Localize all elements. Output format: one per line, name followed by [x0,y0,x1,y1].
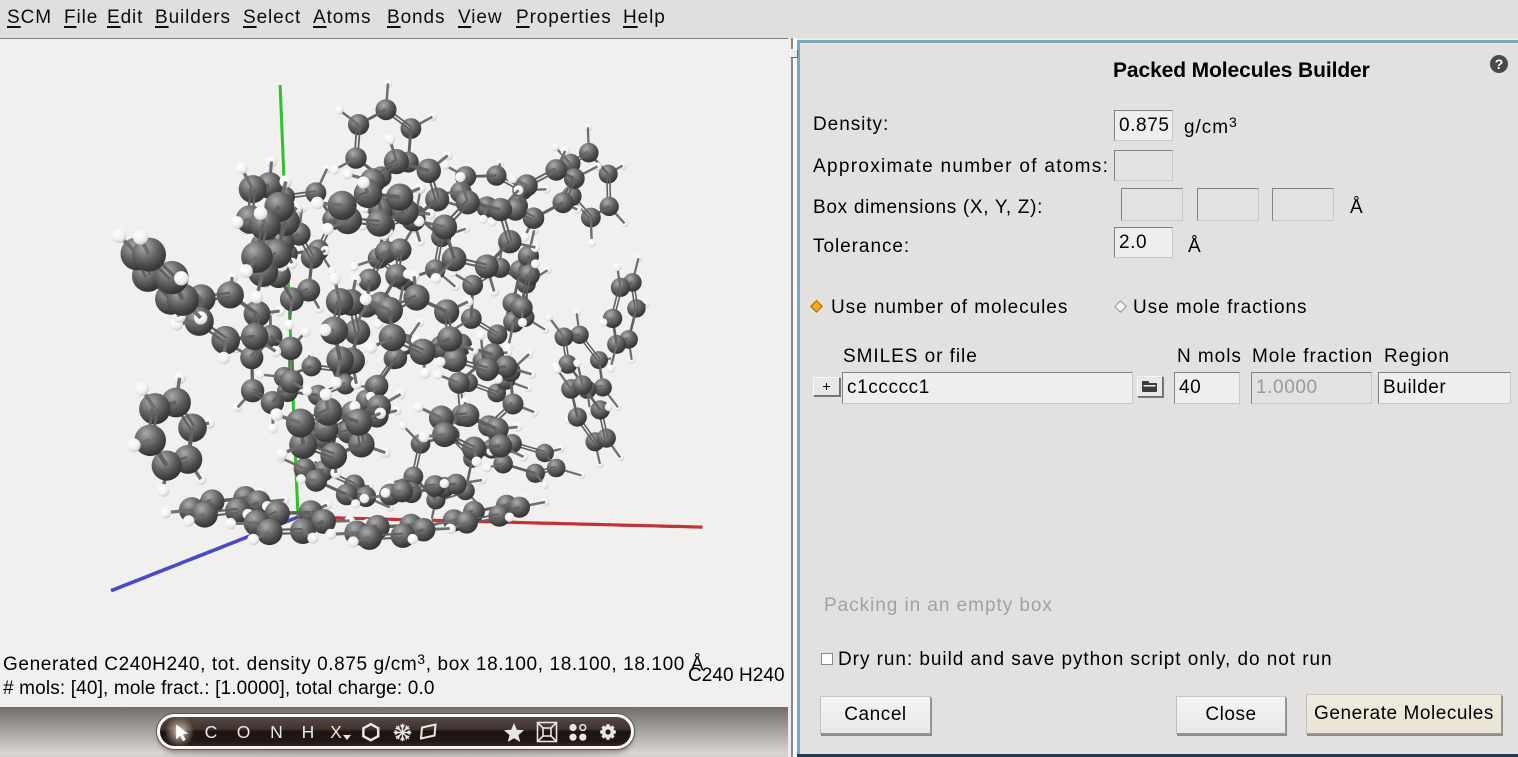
svg-text:H: H [302,722,315,742]
svg-text:O: O [237,722,251,742]
svg-text:X: X [330,722,342,742]
svg-text:N: N [270,722,283,742]
svg-text:C: C [205,722,218,742]
